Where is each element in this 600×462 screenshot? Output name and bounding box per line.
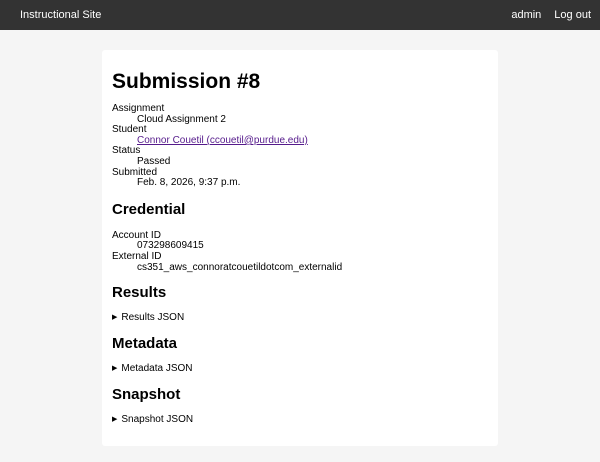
student-value: Connor Couetil (ccouetil@purdue.edu) (137, 135, 488, 147)
submission-details: Assignment Cloud Assignment 2 Student Co… (112, 103, 488, 189)
student-link[interactable]: Connor Couetil (ccouetil@purdue.edu) (137, 135, 308, 146)
metadata-heading: Metadata (112, 335, 178, 353)
status-value: Passed (137, 155, 171, 167)
assignment-value: Cloud Assignment 2 (137, 113, 226, 125)
snapshot-section: Snapshot ▶ Snapshot JSON (112, 386, 488, 426)
submission-card: Submission #8 Assignment Cloud Assignmen… (102, 50, 498, 446)
assignment-label: Assignment (112, 103, 165, 114)
results-heading: Results (112, 284, 167, 302)
top-navbar: Instructional Site admin Log out (0, 0, 600, 30)
disclosure-triangle-icon: ▶ (112, 416, 118, 424)
user-nav: admin Log out (498, 9, 591, 21)
results-section: Results ▶ Results JSON (112, 284, 488, 324)
external-id-label: External ID (112, 250, 162, 262)
results-json-label: Results JSON (121, 312, 185, 324)
snapshot-heading: Snapshot (112, 386, 181, 404)
account-id-value: 073298609415 (137, 240, 204, 252)
credential-section: Credential Account ID 073298609415 Exter… (112, 201, 488, 273)
submitted-value: Feb. 8, 2026, 9:37 p.m. (137, 177, 241, 189)
credential-details: Account ID 073298609415 External ID cs35… (112, 230, 488, 273)
page-title: Submission #8 (112, 70, 261, 93)
admin-link[interactable]: admin (511, 9, 541, 21)
results-json-toggle[interactable]: ▶ Results JSON (112, 312, 488, 324)
metadata-json-label: Metadata JSON (121, 363, 193, 375)
logout-link[interactable]: Log out (554, 9, 591, 21)
disclosure-triangle-icon: ▶ (112, 314, 118, 322)
metadata-section: Metadata ▶ Metadata JSON (112, 335, 488, 375)
snapshot-json-toggle[interactable]: ▶ Snapshot JSON (112, 414, 488, 426)
metadata-json-toggle[interactable]: ▶ Metadata JSON (112, 363, 488, 375)
disclosure-triangle-icon: ▶ (112, 365, 118, 373)
site-title-link[interactable]: Instructional Site (20, 9, 101, 21)
credential-heading: Credential (112, 200, 186, 218)
external-id-value: cs351_aws_connoratcouetildotcom_external… (137, 261, 343, 273)
snapshot-json-label: Snapshot JSON (121, 414, 194, 426)
